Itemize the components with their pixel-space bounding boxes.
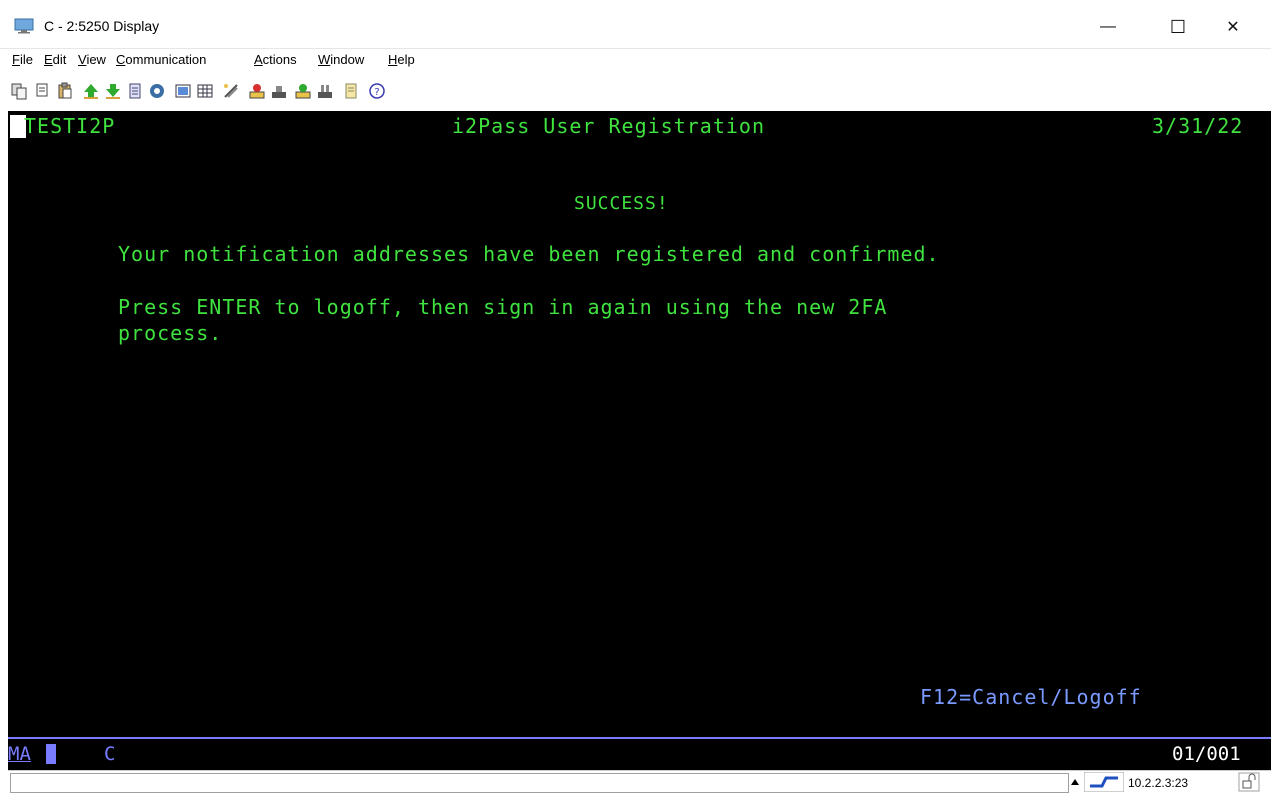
record-icon[interactable]: [174, 82, 192, 100]
program-name: TESTI2P: [24, 114, 116, 138]
notes-icon[interactable]: [342, 82, 360, 100]
menu-window-accel: W: [318, 52, 331, 67]
minimize-icon: —: [1100, 18, 1116, 35]
screen-heading: i2Pass User Registration: [452, 114, 765, 138]
menu-edit-rest: dit: [52, 52, 67, 67]
menu-actions-accel: A: [254, 52, 263, 67]
menu-help[interactable]: Help: [388, 52, 415, 67]
screen-date: 3/31/22: [1152, 114, 1244, 138]
scroll-up-icon[interactable]: [1070, 777, 1080, 787]
close-icon: ✕: [1226, 19, 1240, 36]
connect-icon[interactable]: [270, 82, 288, 100]
menu-help-rest: elp: [397, 52, 415, 67]
window-title: C - 2:5250 Display: [44, 18, 160, 34]
print-screen-icon[interactable]: [126, 82, 144, 100]
stop-macro-icon[interactable]: [316, 82, 334, 100]
menu-file[interactable]: File: [12, 52, 33, 67]
operator-info-area: [8, 739, 1271, 770]
svg-text:?: ?: [374, 87, 379, 98]
paste-icon[interactable]: [56, 82, 74, 100]
send-file-icon[interactable]: [82, 82, 100, 100]
menu-window[interactable]: Window: [318, 52, 364, 67]
maximize-button[interactable]: ☐: [1155, 8, 1201, 46]
menu-communication-accel: C: [116, 52, 126, 67]
receive-file-icon[interactable]: [104, 82, 122, 100]
close-button[interactable]: ✕: [1210, 8, 1256, 46]
host-address: 10.2.2.3:23: [1128, 776, 1189, 790]
menu-actions-rest: ctions: [262, 52, 297, 67]
help-icon[interactable]: ?: [368, 82, 386, 100]
cut-icon[interactable]: [34, 82, 52, 100]
menu-view-rest: iew: [86, 52, 106, 67]
oia-connection: C: [104, 743, 116, 765]
play-macro-icon[interactable]: [294, 82, 312, 100]
menu-view[interactable]: View: [78, 52, 106, 67]
menu-window-rest: indow: [330, 52, 365, 67]
disconnect-icon[interactable]: [248, 82, 266, 100]
keypad-icon[interactable]: [196, 82, 214, 100]
menu-file-rest: ile: [19, 52, 33, 67]
menu-file-accel: F: [12, 52, 20, 67]
menu-edit[interactable]: Edit: [44, 52, 66, 67]
menu-communication[interactable]: Communication: [116, 52, 206, 67]
message-line-2: Press ENTER to logoff, then sign in agai…: [118, 295, 888, 319]
function-key-f12[interactable]: F12=Cancel/Logoff: [920, 684, 1142, 710]
menu-bar: File Edit View Communication Actions Win…: [0, 49, 1271, 73]
color-icon[interactable]: [222, 82, 240, 100]
message-line-1: Your notification addresses have been re…: [118, 242, 940, 266]
copy-icon[interactable]: [10, 82, 28, 100]
menu-edit-accel: E: [44, 52, 53, 67]
cursor-position: 01/001: [1172, 743, 1241, 765]
oia-mode: MA: [8, 743, 31, 765]
menu-actions[interactable]: Actions: [254, 52, 297, 67]
connection-status-icon: [1084, 772, 1124, 792]
status-message-field: [10, 773, 1069, 793]
macro-icon[interactable]: [148, 82, 166, 100]
menu-communication-rest: ommunication: [125, 52, 207, 67]
title-bar: C - 2:5250 Display — ☐ ✕: [0, 0, 1271, 49]
minimize-button[interactable]: —: [1085, 8, 1131, 46]
menu-help-accel: H: [388, 52, 398, 67]
message-line-3: process.: [118, 321, 223, 345]
success-message: SUCCESS!: [574, 193, 669, 214]
maximize-icon: ☐: [1169, 16, 1187, 37]
monitor-icon: [14, 18, 34, 34]
lock-status-icon: [1238, 772, 1260, 792]
oia-cursor: [46, 744, 56, 764]
